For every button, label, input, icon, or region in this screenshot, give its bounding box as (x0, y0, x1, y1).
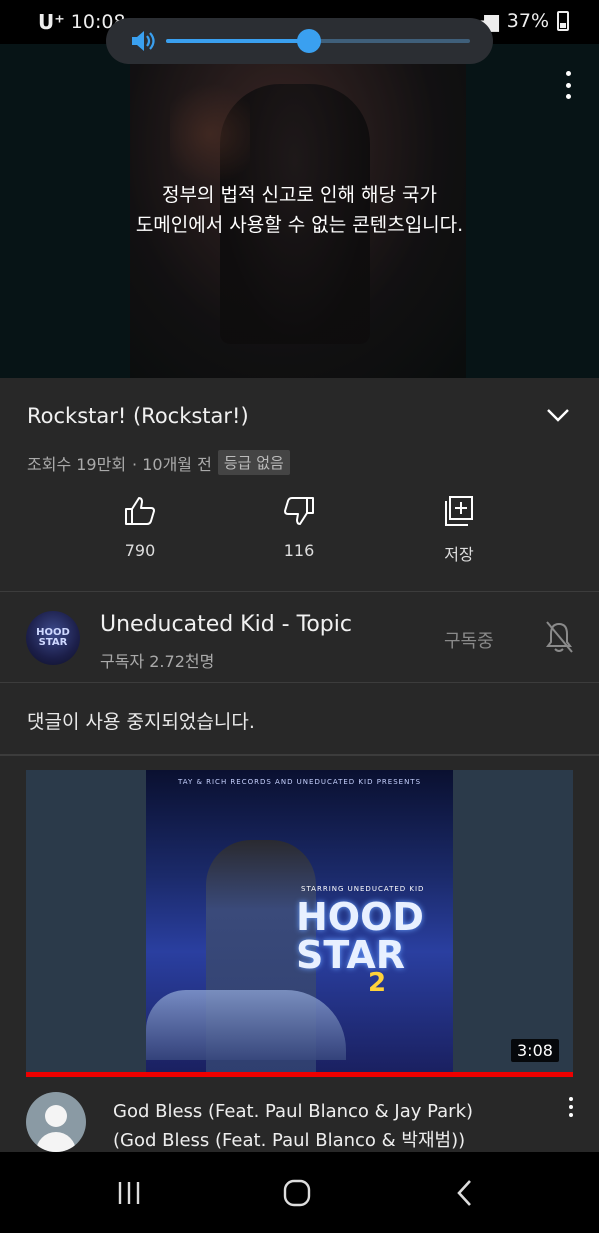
next-video-more-icon[interactable] (566, 1097, 576, 1117)
rating-badge: 등급 없음 (217, 450, 290, 475)
album-cover-art: TAY & RICH RECORDS AND UNEDUCATED KID PR… (146, 770, 453, 1073)
player-more-icon[interactable] (556, 70, 580, 100)
thumbs-up-icon (125, 497, 155, 525)
subscriber-count: 구독자 2.72천명 (100, 652, 215, 671)
home-icon[interactable] (282, 1178, 312, 1208)
system-navigation-bar (0, 1152, 599, 1233)
subscribed-button[interactable]: 구독중 (444, 627, 494, 653)
add-to-playlist-icon (445, 496, 473, 526)
recent-apps-icon[interactable] (114, 1178, 144, 1208)
blocked-message: 정부의 법적 신고로 인해 해당 국가 도메인에서 사용할 수 없는 콘텐츠입니… (135, 184, 464, 236)
watch-progress-bar (26, 1072, 573, 1077)
next-video-channel-avatar[interactable] (26, 1092, 86, 1152)
bell-off-icon[interactable] (543, 620, 575, 654)
chevron-down-icon[interactable] (545, 406, 571, 424)
battery-percent: 37% (506, 10, 549, 32)
thumbs-down-icon (284, 497, 314, 525)
back-icon[interactable] (450, 1178, 480, 1208)
save-button[interactable]: 저장 (419, 495, 499, 565)
divider (0, 591, 599, 592)
duration-badge: 3:08 (511, 1039, 559, 1062)
view-count: 조회수 19만회 (27, 454, 127, 474)
action-bar: 790 116 저장 (0, 495, 599, 575)
carrier-label: U⁺ (38, 10, 65, 34)
channel-name[interactable]: Uneducated Kid - Topic (100, 612, 352, 637)
comments-disabled-message: 댓글이 사용 중지되었습니다. (27, 711, 255, 733)
save-label: 저장 (444, 545, 474, 564)
speaker-icon (132, 31, 155, 51)
next-video-thumbnail[interactable]: TAY & RICH RECORDS AND UNEDUCATED KID PR… (26, 770, 573, 1075)
dislike-count: 116 (283, 541, 315, 560)
divider (0, 682, 599, 683)
next-video-title[interactable]: God Bless (Feat. Paul Blanco & Jay Park)… (113, 1097, 553, 1155)
battery-icon (557, 11, 569, 31)
like-button[interactable]: 790 (100, 495, 180, 560)
like-count: 790 (124, 541, 156, 560)
dislike-button[interactable]: 116 (259, 495, 339, 560)
video-player[interactable]: 정부의 법적 신고로 인해 해당 국가 도메인에서 사용할 수 없는 콘텐츠입니… (0, 44, 599, 378)
video-meta: 조회수 19만회 · 10개월 전 등급 없음 (27, 450, 290, 475)
channel-avatar[interactable]: HOOD STAR (26, 611, 80, 665)
divider (0, 754, 599, 756)
volume-thumb[interactable] (296, 29, 321, 53)
video-title[interactable]: Rockstar! (Rockstar!) (27, 404, 249, 428)
upload-age: · 10개월 전 (132, 454, 212, 474)
volume-slider[interactable] (166, 29, 470, 53)
volume-overlay (106, 18, 493, 64)
